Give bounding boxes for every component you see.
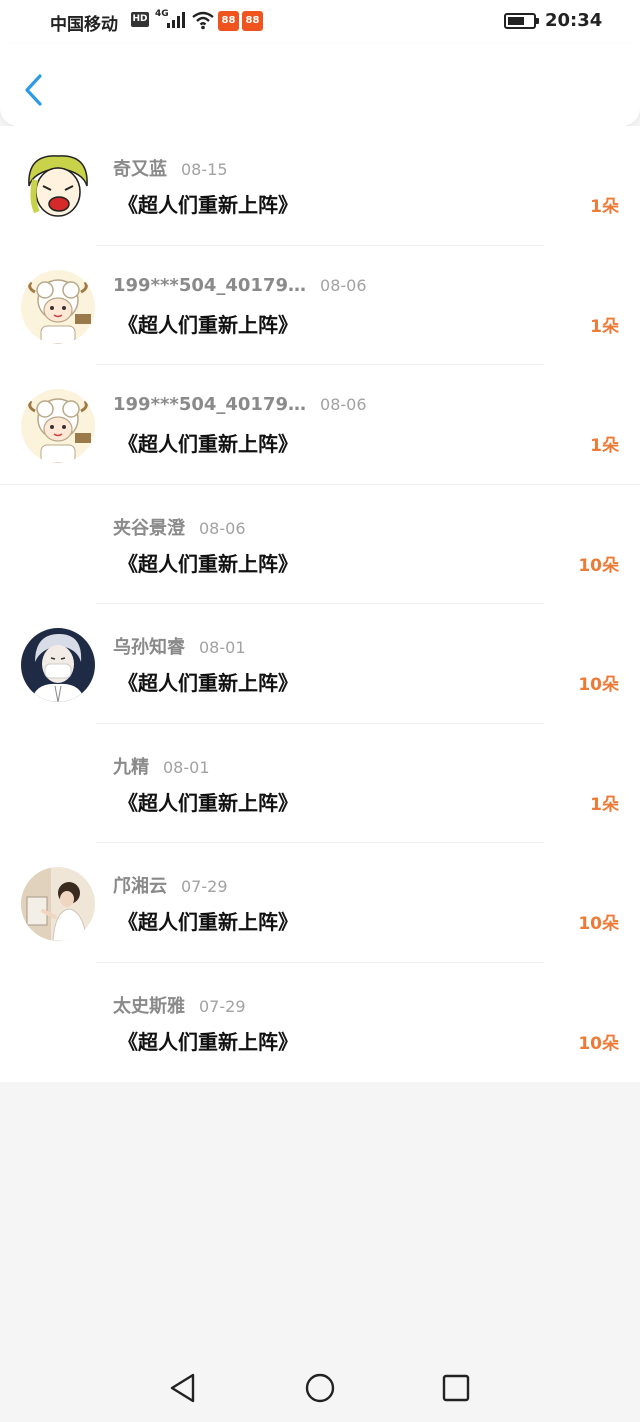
sender-name: 太史斯雅: [113, 995, 185, 1017]
avatar[interactable]: [21, 389, 95, 463]
sender-name: 199***504_40179…: [113, 274, 307, 296]
avatar[interactable]: [21, 628, 95, 702]
sender-name: 奇又蓝: [113, 159, 167, 180]
signal-icon: [167, 12, 187, 28]
send-date: 08-06: [199, 518, 246, 538]
sender-info: 奇又蓝 08-15: [113, 155, 228, 181]
gift-record-list: 奇又蓝 08-15 《超人们重新上阵》 1朵 199***504_40179… 08…: [0, 126, 640, 1082]
clock: 20:34: [545, 10, 603, 31]
book-title: 《超人们重新上阵》: [118, 312, 298, 337]
book-title: 《超人们重新上阵》: [118, 1029, 298, 1054]
circle-home-icon[interactable]: [304, 1372, 336, 1404]
send-date: 08-01: [199, 638, 246, 657]
sender-name: 夹谷景澄: [113, 517, 185, 539]
gift-amount: 10朵: [578, 675, 619, 695]
list-item[interactable]: 夹谷景澄 08-06 《超人们重新上阵》 10朵: [0, 485, 640, 604]
top-nav-bar: [0, 44, 640, 126]
avatar[interactable]: [21, 150, 95, 224]
sender-name: 邝湘云: [113, 876, 167, 897]
send-date: 07-29: [181, 877, 228, 896]
sender-info: 199***504_40179… 08-06: [113, 394, 367, 415]
triangle-back-icon[interactable]: [167, 1372, 199, 1404]
gift-amount: 10朵: [578, 1033, 619, 1054]
send-date: 08-06: [320, 275, 367, 295]
send-date: 08-01: [163, 757, 210, 777]
sender-info: 太史斯雅 07-29: [113, 992, 246, 1018]
gift-amount: 10朵: [578, 555, 619, 576]
sender-name: 九精: [113, 756, 149, 778]
avatar[interactable]: [21, 269, 95, 344]
sender-name: 乌孙知睿: [113, 637, 185, 658]
book-title: 《超人们重新上阵》: [118, 432, 298, 456]
sender-info: 乌孙知睿 08-01: [113, 633, 246, 659]
book-title: 《超人们重新上阵》: [118, 551, 298, 576]
list-item[interactable]: 太史斯雅 07-29 《超人们重新上阵》 10朵: [0, 963, 640, 1083]
square-recents-icon[interactable]: [440, 1372, 472, 1404]
app-notification-icon: 88: [242, 11, 263, 31]
wifi-icon: [191, 10, 215, 30]
sender-info: 夹谷景澄 08-06: [113, 514, 246, 540]
avatar[interactable]: [21, 867, 95, 941]
carrier-label: 中国移动: [50, 15, 118, 35]
list-item[interactable]: 奇又蓝 08-15 《超人们重新上阵》 1朵: [0, 126, 640, 246]
list-item[interactable]: 199***504_40179… 08-06 《超人们重新上阵》 1朵: [0, 365, 640, 485]
back-button[interactable]: [18, 72, 52, 108]
hd-badge: HD: [131, 12, 149, 27]
sender-info: 九精 08-01: [113, 753, 210, 779]
app-notification-icon: 88: [218, 11, 239, 31]
battery-icon: [504, 13, 539, 29]
gift-amount: 1朵: [590, 197, 619, 217]
list-item[interactable]: 邝湘云 07-29 《超人们重新上阵》 10朵: [0, 843, 640, 963]
sender-name: 199***504_40179…: [113, 394, 307, 415]
chevron-left-icon: [25, 74, 42, 106]
list-item[interactable]: 199***504_40179… 08-06 《超人们重新上阵》 1朵: [0, 246, 640, 365]
list-item[interactable]: 九精 08-01 《超人们重新上阵》 1朵: [0, 724, 640, 843]
book-title: 《超人们重新上阵》: [118, 193, 298, 217]
book-title: 《超人们重新上阵》: [118, 790, 298, 815]
book-title: 《超人们重新上阵》: [118, 671, 298, 695]
sender-info: 邝湘云 07-29: [113, 872, 228, 898]
gift-amount: 10朵: [578, 914, 619, 934]
send-date: 08-06: [320, 395, 367, 414]
gift-amount: 1朵: [590, 316, 619, 337]
send-date: 08-15: [181, 160, 228, 179]
status-bar: 中国移动 HD 4G 88 88 20:34: [0, 0, 640, 44]
gift-amount: 1朵: [590, 794, 619, 815]
list-item[interactable]: 乌孙知睿 08-01 《超人们重新上阵》 10朵: [0, 604, 640, 724]
send-date: 07-29: [199, 996, 246, 1016]
system-navigation-bar: [0, 1352, 640, 1422]
gift-amount: 1朵: [590, 436, 619, 456]
sender-info: 199***504_40179… 08-06: [113, 275, 367, 296]
book-title: 《超人们重新上阵》: [118, 910, 298, 934]
